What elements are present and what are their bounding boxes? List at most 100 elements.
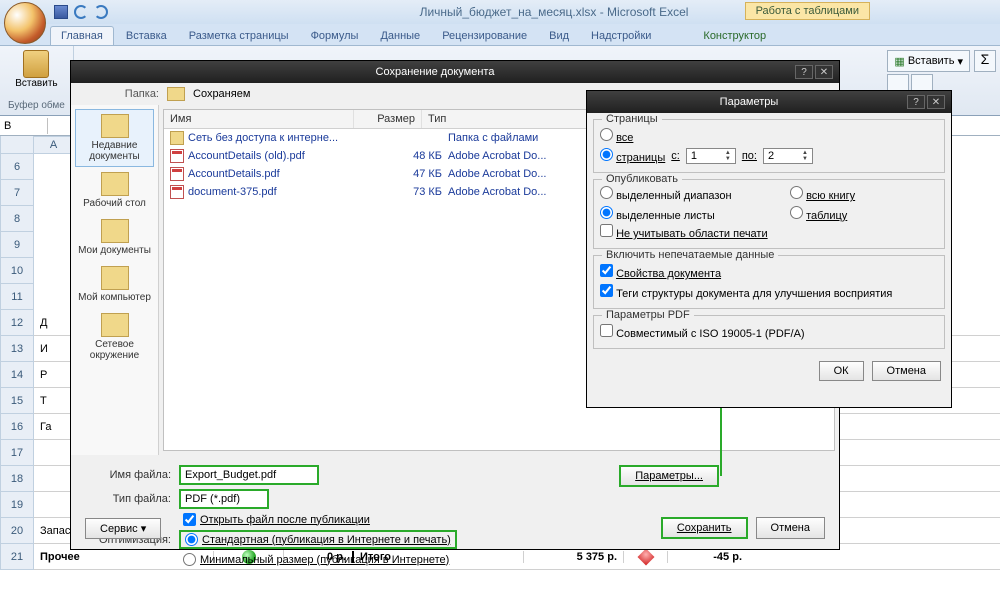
folder-label: Папка:: [81, 88, 159, 100]
nonprint-group: Включить непечатаемые данные Свойства до…: [593, 255, 945, 309]
nonprint-legend: Включить непечатаемые данные: [602, 249, 778, 261]
row-header[interactable]: 8: [0, 206, 34, 232]
iso-checkbox[interactable]: Совместимый с ISO 19005-1 (PDF/A): [600, 324, 805, 340]
row-header[interactable]: 21: [0, 544, 34, 570]
close-icon[interactable]: ✕: [815, 65, 833, 79]
open-after-checkbox[interactable]: Открыть файл после публикации: [183, 513, 370, 526]
row-header[interactable]: 16: [0, 414, 34, 440]
ribbon-tabs: Главная Вставка Разметка страницы Формул…: [0, 24, 1000, 46]
optimize-standard-radio[interactable]: Стандартная (публикация в Интернете и пе…: [179, 530, 457, 549]
sidebar-item[interactable]: Мои документы: [75, 214, 154, 261]
filename-label: Имя файла:: [81, 469, 171, 481]
struct-tags-checkbox[interactable]: Теги структуры документа для улучшения в…: [600, 284, 892, 300]
row-header[interactable]: 18: [0, 466, 34, 492]
sidebar-item[interactable]: Рабочий стол: [75, 167, 154, 214]
row-header[interactable]: 12: [0, 310, 34, 336]
pages-all-radio[interactable]: все: [600, 128, 633, 144]
publish-sheets-radio[interactable]: выделенные листы: [600, 206, 750, 222]
place-icon: [101, 114, 129, 138]
save-button[interactable]: Сохранить: [661, 517, 748, 539]
parameters-button[interactable]: Параметры...: [619, 465, 719, 487]
pdf-icon: [170, 185, 184, 199]
tab-data[interactable]: Данные: [370, 27, 430, 45]
sidebar-item[interactable]: Мой компьютер: [75, 261, 154, 308]
page-from-input[interactable]: 1▲▼: [686, 148, 736, 164]
col-name[interactable]: Имя: [164, 110, 354, 128]
param-cancel-button[interactable]: Отмена: [872, 361, 941, 381]
tab-addins[interactable]: Надстройки: [581, 27, 661, 45]
tab-insert[interactable]: Вставка: [116, 27, 177, 45]
pages-legend: Страницы: [602, 113, 662, 125]
page-to-input[interactable]: 2▲▼: [763, 148, 813, 164]
pdf-icon: [170, 167, 184, 181]
clipboard-group: Вставить Буфер обме: [0, 46, 74, 115]
pdf-group: Параметры PDF Совместимый с ISO 19005-1 …: [593, 315, 945, 349]
publish-book-radio[interactable]: всю книгу: [790, 186, 855, 202]
paste-button[interactable]: Вставить: [8, 50, 65, 89]
filetype-select[interactable]: PDF (*.pdf): [179, 489, 269, 509]
tab-formulas[interactable]: Формулы: [301, 27, 369, 45]
place-icon: [101, 172, 129, 196]
service-button[interactable]: Сервис ▾: [85, 518, 161, 539]
quick-access-toolbar: [54, 5, 108, 19]
ignore-print-checkbox[interactable]: Не учитывать области печати: [600, 224, 768, 240]
publish-range-radio[interactable]: выделенный диапазон: [600, 186, 750, 202]
col-size[interactable]: Размер: [354, 110, 422, 128]
row-header[interactable]: 11: [0, 284, 34, 310]
name-box[interactable]: B: [0, 118, 48, 134]
tab-design[interactable]: Конструктор: [693, 27, 776, 45]
sidebar-item[interactable]: Недавние документы: [75, 109, 154, 167]
paste-label: Вставить: [8, 78, 65, 89]
tab-page-layout[interactable]: Разметка страницы: [179, 27, 299, 45]
sidebar-item[interactable]: Сетевое окружение: [75, 308, 154, 366]
row-header[interactable]: 15: [0, 388, 34, 414]
sum-button[interactable]: Σ: [974, 50, 996, 72]
optimize-min-radio[interactable]: Минимальный размер (публикация в Интерне…: [183, 553, 449, 566]
row-header[interactable]: 17: [0, 440, 34, 466]
from-label: с:: [671, 150, 680, 162]
insert-label: Вставить: [908, 55, 955, 67]
current-folder: Сохраняем: [193, 88, 250, 100]
row-header[interactable]: 20: [0, 518, 34, 544]
office-button[interactable]: [4, 2, 46, 44]
cancel-button[interactable]: Отмена: [756, 517, 825, 539]
row-header[interactable]: 19: [0, 492, 34, 518]
tab-review[interactable]: Рецензирование: [432, 27, 537, 45]
help-icon[interactable]: ?: [795, 65, 813, 79]
row-header[interactable]: 14: [0, 362, 34, 388]
opt-min-label: Минимальный размер (публикация в Интерне…: [200, 554, 449, 566]
row-header[interactable]: 13: [0, 336, 34, 362]
dialog-titlebar: Сохранение документа ? ✕: [71, 61, 839, 83]
row-header[interactable]: 10: [0, 258, 34, 284]
publish-table-radio[interactable]: таблицу: [790, 206, 847, 222]
place-icon: [101, 266, 129, 290]
undo-icon[interactable]: [74, 5, 88, 19]
redo-icon[interactable]: [94, 5, 108, 19]
doc-props-checkbox[interactable]: Свойства документа: [600, 264, 721, 280]
save-icon[interactable]: [54, 5, 68, 19]
row-header[interactable]: 7: [0, 180, 34, 206]
insert-cells-button[interactable]: ▦Вставить ▾: [887, 50, 970, 72]
place-icon: [101, 313, 129, 337]
col-header-a[interactable]: A: [34, 136, 74, 154]
table-tools-tab[interactable]: Работа с таблицами: [745, 2, 870, 20]
filename-input[interactable]: [179, 465, 319, 485]
row-header[interactable]: 6: [0, 154, 34, 180]
pdf-icon: [170, 149, 184, 163]
pages-range-radio[interactable]: страницы: [600, 148, 665, 164]
folder-icon: [167, 87, 185, 101]
tab-view[interactable]: Вид: [539, 27, 579, 45]
places-sidebar: Недавние документы Рабочий стол Мои доку…: [71, 105, 159, 455]
param-dialog-title: Параметры: [593, 96, 905, 108]
folder-icon: [170, 131, 184, 145]
param-ok-button[interactable]: ОК: [819, 361, 864, 381]
filetype-label: Тип файла:: [81, 493, 171, 505]
publish-legend: Опубликовать: [602, 173, 682, 185]
publish-group: Опубликовать выделенный диапазон всю кни…: [593, 179, 945, 249]
open-after-label: Открыть файл после публикации: [200, 514, 370, 526]
help-icon[interactable]: ?: [907, 95, 925, 109]
close-icon[interactable]: ✕: [927, 95, 945, 109]
opt-standard-label: Стандартная (публикация в Интернете и пе…: [202, 534, 451, 546]
tab-home[interactable]: Главная: [50, 26, 114, 45]
row-header[interactable]: 9: [0, 232, 34, 258]
